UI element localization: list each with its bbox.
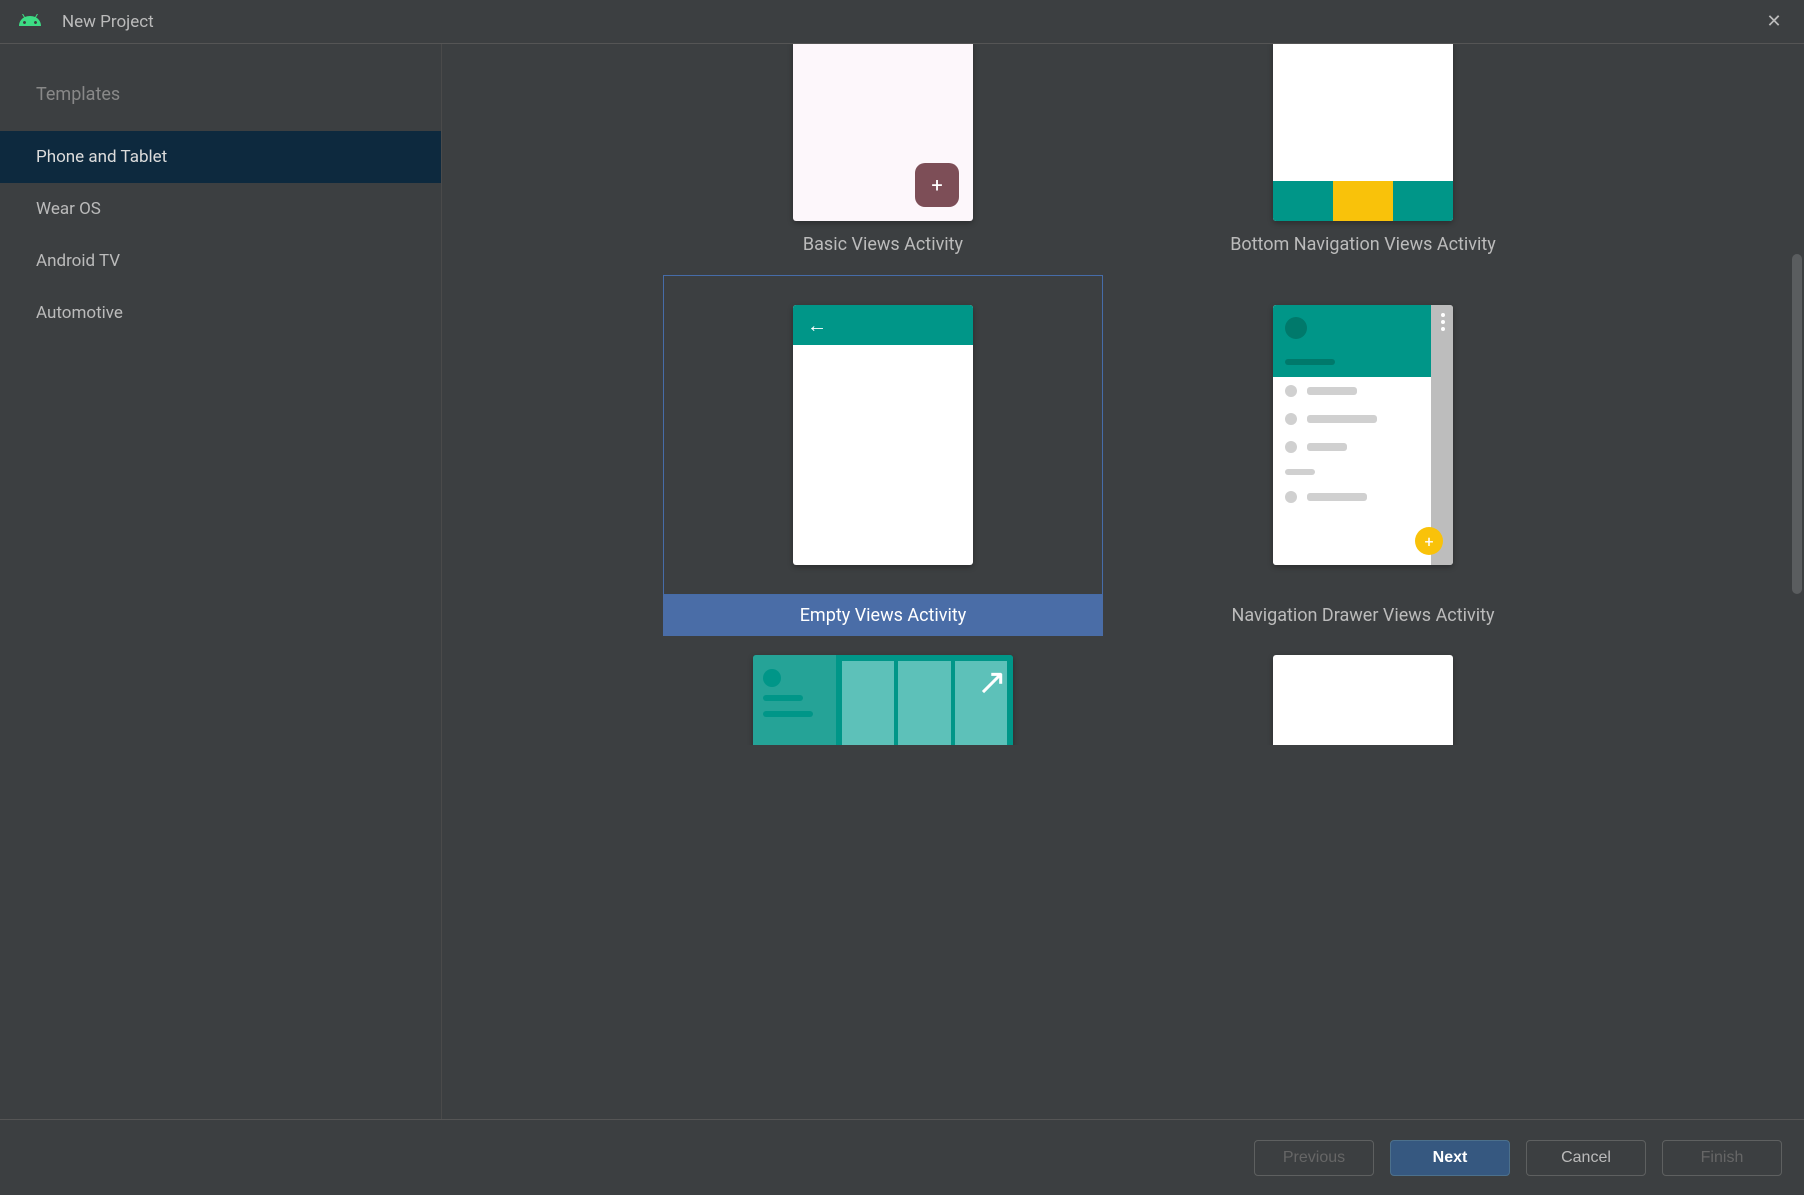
- template-preview: +: [663, 44, 1103, 224]
- bottom-nav-bar: [1273, 181, 1453, 221]
- template-fullscreen[interactable]: ↗: [663, 646, 1103, 746]
- preview-phone: +: [1273, 305, 1453, 565]
- cancel-button[interactable]: Cancel: [1526, 1140, 1646, 1176]
- android-icon: [18, 14, 42, 30]
- sidebar-header: Templates: [0, 84, 441, 131]
- template-grid-container: + Basic Views Activity Bottom N: [442, 44, 1804, 1119]
- sidebar-item-label: Phone and Tablet: [36, 147, 167, 167]
- sidebar-item-phone-tablet[interactable]: Phone and Tablet: [0, 131, 441, 183]
- preview-phone: [1273, 44, 1453, 221]
- template-label: Basic Views Activity: [663, 224, 1103, 265]
- main-area: Templates Phone and Tablet Wear OS Andro…: [0, 44, 1804, 1119]
- next-button[interactable]: Next: [1390, 1140, 1510, 1176]
- preview-phone: +: [793, 44, 973, 221]
- preview-phone: ←: [793, 305, 973, 565]
- template-label: Bottom Navigation Views Activity: [1143, 224, 1583, 265]
- drawer-panel: +: [1273, 305, 1431, 565]
- fab-icon: +: [915, 163, 959, 207]
- sidebar-item-label: Android TV: [36, 251, 120, 271]
- template-empty-views[interactable]: ← Empty Views Activity: [663, 275, 1103, 636]
- expand-arrow-icon: ↗: [977, 661, 1007, 703]
- footer: Previous Next Cancel Finish: [0, 1119, 1804, 1195]
- template-label: Navigation Drawer Views Activity: [1143, 595, 1583, 636]
- finish-button[interactable]: Finish: [1662, 1140, 1782, 1176]
- sidebar-item-label: Automotive: [36, 303, 123, 323]
- preview-phone: ↗: [753, 655, 1013, 746]
- template-navigation-drawer[interactable]: + Navigation Drawer Views Activity: [1143, 275, 1583, 636]
- close-icon[interactable]: ✕: [1762, 10, 1786, 34]
- template-label: Empty Views Activity: [663, 595, 1103, 636]
- sidebar-item-automotive[interactable]: Automotive: [0, 287, 441, 339]
- template-preview: [1143, 44, 1583, 224]
- template-preview: ↗: [663, 646, 1103, 746]
- preview-phone: [1273, 655, 1453, 746]
- overflow-icon: [1441, 313, 1445, 331]
- sidebar-item-android-tv[interactable]: Android TV: [0, 235, 441, 287]
- template-basic-views[interactable]: + Basic Views Activity: [663, 44, 1103, 265]
- sidebar: Templates Phone and Tablet Wear OS Andro…: [0, 44, 442, 1119]
- preview-topbar: ←: [793, 305, 973, 345]
- window-title: New Project: [62, 12, 154, 32]
- scrollbar[interactable]: [1792, 254, 1802, 594]
- template-preview: ←: [663, 275, 1103, 595]
- template-game[interactable]: [1143, 646, 1583, 746]
- template-preview: +: [1143, 275, 1583, 595]
- template-preview: [1143, 646, 1583, 746]
- fab-icon: +: [1415, 527, 1443, 555]
- sidebar-item-wear-os[interactable]: Wear OS: [0, 183, 441, 235]
- back-arrow-icon: ←: [807, 313, 827, 338]
- previous-button[interactable]: Previous: [1254, 1140, 1374, 1176]
- titlebar: New Project ✕: [0, 0, 1804, 44]
- template-bottom-navigation[interactable]: Bottom Navigation Views Activity: [1143, 44, 1583, 265]
- sidebar-item-label: Wear OS: [36, 199, 101, 219]
- template-grid: + Basic Views Activity Bottom N: [442, 44, 1804, 766]
